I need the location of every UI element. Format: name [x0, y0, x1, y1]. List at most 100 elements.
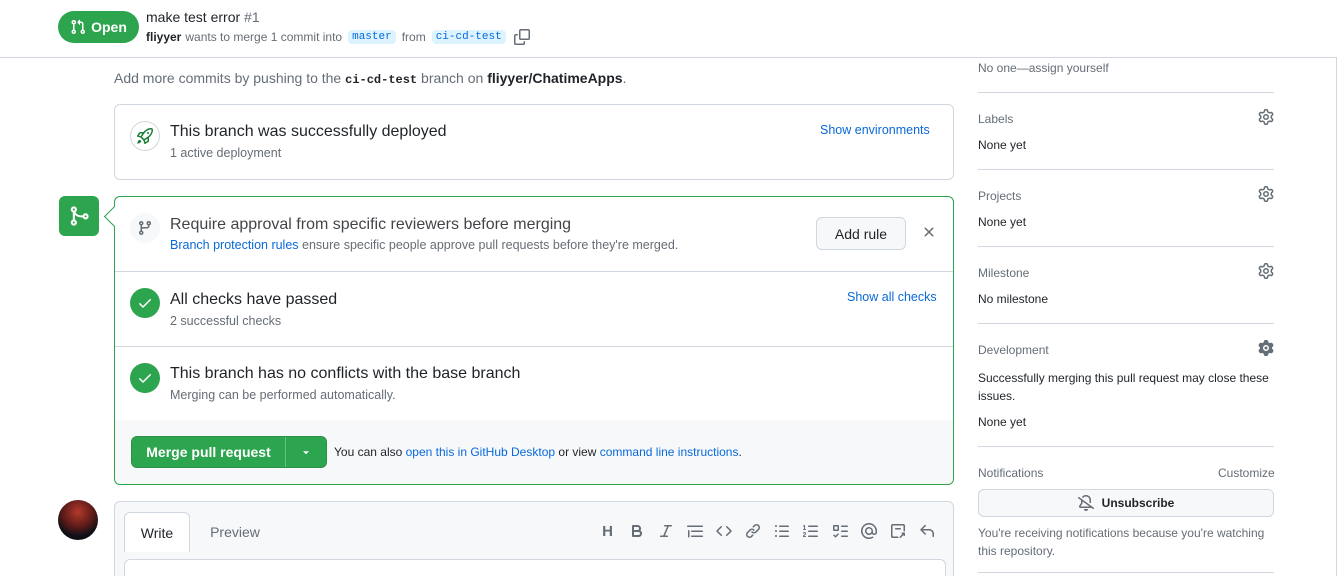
protection-text: Branch protection rules ensure specific …	[170, 238, 678, 252]
milestone-value: No milestone	[978, 292, 1049, 306]
sidebar-divider	[978, 169, 1274, 170]
push-hint-prefix: Add more commits by pushing to the	[114, 70, 342, 86]
push-hint-branch: ci-cd-test	[345, 73, 418, 87]
footer-text-suffix: .	[738, 445, 742, 459]
protection-title: Require approval from specific reviewers…	[170, 216, 572, 233]
development-value: None yet	[978, 415, 1027, 429]
conflicts-title: This branch has no conflicts with the ba…	[170, 365, 521, 382]
rocket-icon	[130, 121, 160, 151]
tab-write[interactable]: Write	[124, 512, 190, 552]
sidebar-divider	[978, 246, 1274, 247]
gear-icon[interactable]	[1258, 186, 1274, 202]
head-branch-chip[interactable]: ci-cd-test	[431, 30, 506, 44]
gear-icon[interactable]	[1258, 109, 1274, 125]
reply-icon[interactable]	[917, 523, 936, 539]
conflicts-subtitle: Merging can be performed automatically.	[170, 388, 396, 402]
merge-options-dropdown[interactable]	[286, 437, 326, 467]
sticky-header: Open make test error #1 fliyyer wants to…	[0, 0, 1337, 58]
conflicts-section: This branch has no conflicts with the ba…	[115, 347, 953, 421]
pr-title-text: make test error	[146, 9, 241, 25]
merge-button-group: Merge pull request	[131, 436, 327, 468]
checks-title: All checks have passed	[170, 291, 338, 308]
avatar[interactable]	[58, 500, 98, 540]
italic-icon[interactable]	[656, 523, 675, 539]
command-line-instructions-link[interactable]: command line instructions	[600, 445, 739, 459]
footer-text-prefix: You can also	[334, 445, 403, 459]
push-hint-repo: fliyyer/ChatimeApps	[487, 70, 623, 86]
bold-icon[interactable]	[627, 523, 646, 539]
gear-icon[interactable]	[1258, 340, 1274, 356]
check-circle-icon	[130, 288, 160, 318]
comment-textarea[interactable]	[124, 559, 946, 576]
mention-icon[interactable]	[859, 523, 878, 539]
heading-icon[interactable]: H	[598, 523, 617, 540]
git-merge-icon	[59, 196, 99, 236]
unsubscribe-label: Unsubscribe	[1101, 496, 1175, 510]
git-branch-icon	[130, 213, 160, 243]
deployment-box: This branch was successfully deployed 1 …	[114, 104, 954, 180]
pr-state-badge: Open	[58, 11, 139, 43]
sidebar-divider	[978, 92, 1274, 93]
pr-meta-text: wants to merge 1 commit into	[185, 30, 343, 44]
pr-title: make test error #1	[146, 9, 260, 25]
bell-slash-icon	[1077, 495, 1094, 511]
pr-meta: fliyyer wants to merge 1 commit into mas…	[146, 29, 530, 45]
development-text-line1: Successfully merging this pull request m…	[978, 371, 1269, 385]
development-text-line2: issues.	[978, 389, 1016, 403]
comment-box: Write Preview H	[114, 501, 954, 576]
reference-icon[interactable]	[888, 523, 907, 539]
task-list-icon[interactable]	[830, 523, 849, 539]
show-environments-link[interactable]: Show environments	[820, 123, 930, 137]
projects-heading[interactable]: Projects	[978, 189, 1021, 203]
deploy-subtitle: 1 active deployment	[170, 146, 282, 160]
branch-protection-section: Require approval from specific reviewers…	[115, 197, 953, 272]
unordered-list-icon[interactable]	[772, 523, 791, 539]
pr-meta-from: from	[401, 30, 426, 44]
assignees-value[interactable]: No one—assign yourself	[978, 61, 1109, 75]
show-all-checks-link[interactable]: Show all checks	[847, 290, 937, 304]
branch-protection-rules-link[interactable]: Branch protection rules	[170, 238, 299, 252]
gear-icon[interactable]	[1258, 263, 1274, 279]
merge-footer: Merge pull request You can also open thi…	[115, 420, 953, 484]
copy-icon[interactable]	[513, 29, 530, 45]
tab-preview[interactable]: Preview	[199, 512, 271, 552]
customize-link[interactable]: Customize	[1218, 466, 1275, 480]
pr-author[interactable]: fliyyer	[146, 30, 181, 44]
checks-subtitle: 2 successful checks	[170, 314, 282, 328]
base-branch-chip[interactable]: master	[348, 30, 396, 44]
triangle-down-icon	[303, 451, 309, 455]
notifications-description: You're receiving notifications because y…	[978, 524, 1264, 560]
labels-heading[interactable]: Labels	[978, 112, 1013, 126]
pr-number: #1	[244, 9, 260, 25]
code-icon[interactable]	[714, 523, 733, 539]
merge-box: Require approval from specific reviewers…	[114, 196, 954, 485]
push-hint: Add more commits by pushing to the ci-cd…	[114, 70, 626, 87]
add-rule-button[interactable]: Add rule	[816, 217, 906, 250]
merge-alternatives-text: You can also open this in GitHub Desktop…	[334, 445, 742, 459]
footer-text-middle: or view	[558, 445, 597, 459]
link-icon[interactable]	[743, 523, 762, 539]
sidebar-divider	[978, 446, 1274, 447]
labels-value: None yet	[978, 138, 1027, 152]
sidebar-divider	[978, 323, 1274, 324]
quote-icon[interactable]	[685, 523, 704, 539]
pull-request-icon	[71, 19, 86, 35]
push-hint-suffix: .	[622, 70, 627, 86]
sidebar-divider	[978, 572, 1274, 573]
notifications-text-line2: this repository.	[978, 544, 1056, 558]
protection-text-body: ensure specific people approve pull requ…	[302, 238, 679, 252]
development-description: Successfully merging this pull request m…	[978, 369, 1269, 405]
open-github-desktop-link[interactable]: open this in GitHub Desktop	[406, 445, 555, 459]
milestone-heading[interactable]: Milestone	[978, 266, 1029, 280]
deploy-title: This branch was successfully deployed	[170, 123, 447, 140]
close-icon[interactable]	[921, 224, 937, 240]
notifications-heading: Notifications	[978, 466, 1044, 480]
ordered-list-icon[interactable]	[801, 523, 820, 539]
projects-value: None yet	[978, 215, 1027, 229]
notifications-text-line1: You're receiving notifications because y…	[978, 526, 1265, 540]
unsubscribe-button[interactable]: Unsubscribe	[978, 489, 1274, 517]
markdown-toolbar: H	[598, 523, 936, 540]
development-heading[interactable]: Development	[978, 343, 1049, 357]
checks-section: All checks have passed 2 successful chec…	[115, 272, 953, 347]
merge-pull-request-button[interactable]: Merge pull request	[132, 437, 286, 467]
